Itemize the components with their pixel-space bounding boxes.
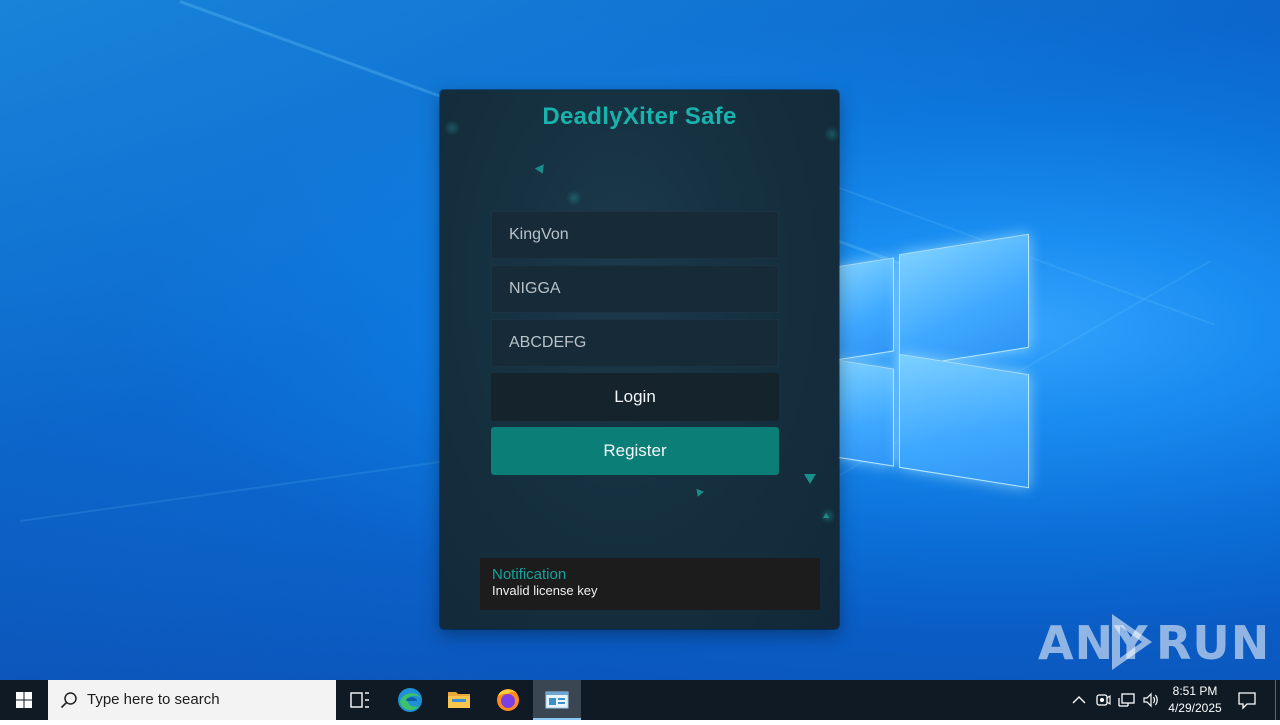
task-view-button[interactable] [336, 680, 384, 720]
particle-triangle-icon [694, 488, 704, 499]
show-desktop-divider[interactable] [1275, 680, 1276, 720]
network-button[interactable] [1117, 690, 1137, 710]
particle-triangle-icon [804, 474, 816, 484]
login-window: DeadlyXiter Safe KingVon NIGGA ABCDEFG L… [440, 90, 839, 629]
search-icon [60, 692, 77, 709]
license-key-field[interactable]: ABCDEFG [491, 319, 779, 367]
firefox-icon [497, 689, 519, 711]
network-icon [1118, 693, 1135, 707]
notification-center-button[interactable] [1237, 690, 1257, 710]
notification-panel: Notification Invalid license key [480, 558, 820, 610]
play-triangle-icon [1112, 614, 1152, 670]
clock-date: 4/29/2025 [1168, 701, 1222, 715]
active-app-icon [545, 691, 569, 709]
start-button[interactable] [0, 680, 48, 720]
particle-triangle-icon [823, 513, 829, 518]
watermark-right-text: RUN [1156, 616, 1271, 670]
file-explorer-icon [448, 692, 470, 708]
show-hidden-icons-button[interactable] [1069, 690, 1089, 710]
particle-glow [566, 190, 582, 206]
action-center-icon [1238, 692, 1256, 710]
anyrun-watermark: ANY RUN [1038, 610, 1269, 674]
active-app-taskbar-button[interactable] [533, 680, 581, 720]
notification-message: Invalid license key [492, 583, 598, 598]
particle-triangle-icon [534, 164, 548, 176]
edge-icon [398, 688, 422, 712]
clock-time: 8:51 PM [1172, 684, 1218, 698]
login-button[interactable]: Login [491, 373, 779, 421]
chevron-up-icon [1072, 696, 1086, 704]
taskbar-clock[interactable]: 8:51 PM 4/29/2025 [1160, 683, 1230, 717]
taskbar: Type here to search 8:51 PM 4/29/2025 [0, 680, 1280, 720]
register-button[interactable]: Register [491, 427, 779, 475]
app-title: DeadlyXiter Safe [542, 103, 737, 130]
firefox-taskbar-button[interactable] [484, 680, 532, 720]
search-placeholder: Type here to search [87, 691, 220, 708]
taskbar-search-box[interactable]: Type here to search [48, 680, 336, 720]
volume-icon [1143, 692, 1158, 708]
notification-title: Notification [492, 566, 567, 583]
file-explorer-taskbar-button[interactable] [435, 680, 483, 720]
windows-start-icon [16, 692, 32, 708]
volume-button[interactable] [1141, 690, 1161, 710]
username-field[interactable]: KingVon [491, 211, 779, 259]
task-view-icon [350, 692, 369, 708]
edge-taskbar-button[interactable] [386, 680, 434, 720]
password-field[interactable]: NIGGA [491, 265, 779, 313]
meet-now-icon [1096, 694, 1111, 706]
windows-logo-wallpaper [835, 233, 1030, 489]
meet-now-button[interactable] [1093, 690, 1113, 710]
